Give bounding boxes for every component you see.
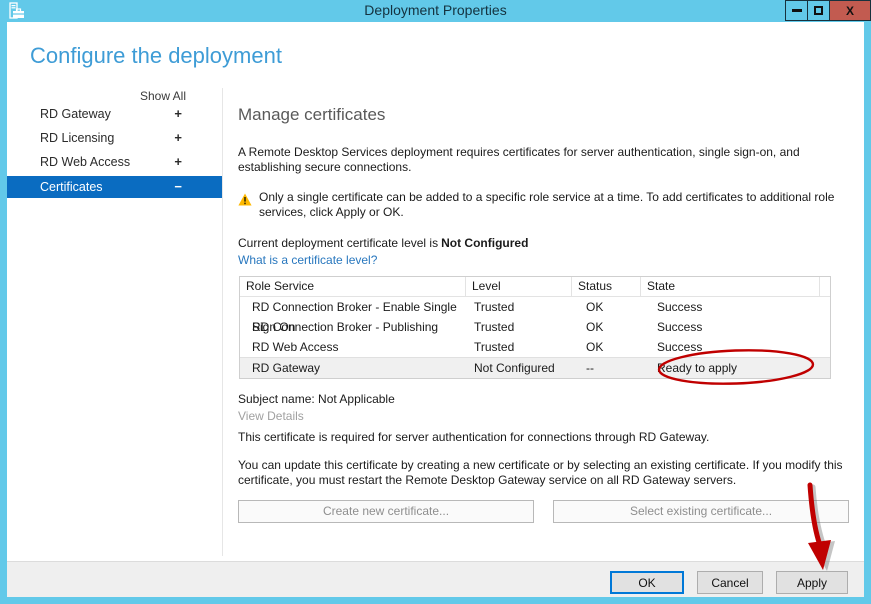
column-header-role-service[interactable]: Role Service	[240, 277, 466, 297]
cell-status: OK	[586, 340, 604, 354]
sidebar-item-rd-licensing[interactable]: RD Licensing +	[7, 126, 222, 150]
expand-icon[interactable]: +	[174, 102, 182, 126]
column-header-filler	[820, 277, 830, 297]
ok-button[interactable]: OK	[610, 571, 684, 594]
certificates-table: Role Service Level Status State RD Conne…	[239, 276, 831, 379]
select-existing-certificate-button[interactable]: Select existing certificate...	[553, 500, 849, 523]
cancel-button[interactable]: Cancel	[697, 571, 763, 594]
certificate-required-note: This certificate is required for server …	[238, 430, 710, 444]
table-body: RD Connection Broker - Enable Single Sig…	[240, 297, 830, 378]
warning-icon	[238, 193, 252, 206]
cell-level: Trusted	[474, 320, 515, 334]
cell-status: --	[586, 361, 594, 375]
cell-level: Trusted	[474, 340, 515, 354]
collapse-icon[interactable]: −	[174, 176, 182, 198]
minimize-icon	[791, 9, 802, 12]
sidebar-item-label: RD Licensing	[40, 131, 115, 145]
show-all-link[interactable]: Show All	[30, 89, 186, 103]
deployment-properties-dialog: Deployment Properties X Configure the de…	[0, 0, 871, 604]
intro-text: A Remote Desktop Services deployment req…	[238, 145, 800, 174]
cell-state: Success	[657, 340, 703, 354]
table-header: Role Service Level Status State	[240, 277, 830, 297]
close-button[interactable]: X	[829, 0, 871, 21]
apply-button[interactable]: Apply	[776, 571, 848, 594]
window-controls: X	[785, 0, 871, 21]
column-header-level[interactable]: Level	[466, 277, 572, 297]
table-row[interactable]: RD Connection Broker - Enable Single Sig…	[240, 297, 830, 334]
subject-name-text: Subject name: Not Applicable	[238, 392, 395, 406]
certificate-level-help-link[interactable]: What is a certificate level?	[238, 253, 377, 267]
minimize-button[interactable]	[785, 0, 808, 21]
sidebar-item-label: RD Gateway	[40, 107, 111, 121]
warning-text: Only a single certificate can be added t…	[259, 190, 835, 219]
cell-level: Not Configured	[474, 361, 555, 375]
certificate-update-note: You can update this certificate by creat…	[238, 458, 843, 487]
cell-role-service: RD Gateway	[252, 361, 321, 375]
sidebar-divider	[222, 88, 223, 556]
page-title: Configure the deployment	[30, 43, 282, 68]
cell-status: OK	[586, 320, 604, 334]
warning-banner: Only a single certificate can be added t…	[238, 190, 838, 220]
table-row-rd-gateway-selected[interactable]: RD Gateway Not Configured -- Ready to ap…	[240, 357, 830, 378]
table-row[interactable]: RD Web Access Trusted OK Success	[240, 337, 830, 357]
maximize-icon	[814, 6, 823, 15]
create-new-certificate-button[interactable]: Create new certificate...	[238, 500, 534, 523]
sidebar-item-rd-gateway[interactable]: RD Gateway +	[7, 102, 222, 126]
expand-icon[interactable]: +	[174, 126, 182, 150]
close-icon: X	[845, 3, 854, 18]
certificate-level-value: Not Configured	[441, 236, 529, 250]
sidebar-nav: RD Gateway + RD Licensing + RD Web Acces…	[7, 102, 222, 198]
view-details-link-disabled: View Details	[238, 409, 304, 423]
table-row[interactable]: RD Connection Broker - Publishing Truste…	[240, 317, 830, 337]
column-header-status[interactable]: Status	[572, 277, 641, 297]
sidebar-item-rd-web-access[interactable]: RD Web Access +	[7, 150, 222, 174]
expand-icon[interactable]: +	[174, 150, 182, 174]
title-bar: Deployment Properties X	[0, 0, 871, 22]
section-title: Manage certificates	[238, 105, 386, 124]
sidebar-item-label: RD Web Access	[40, 155, 131, 169]
cell-state: Success	[657, 320, 703, 334]
maximize-button[interactable]	[807, 0, 830, 21]
cell-role-service: RD Web Access	[252, 340, 339, 354]
cell-state: Ready to apply	[657, 361, 738, 375]
certificate-level-label: Current deployment certificate level is	[238, 236, 439, 250]
sidebar-item-certificates[interactable]: Certificates −	[7, 176, 222, 198]
column-header-state[interactable]: State	[641, 277, 820, 297]
cell-role-service: RD Connection Broker - Publishing	[252, 320, 439, 334]
certificate-level-line: Current deployment certificate level is N…	[238, 236, 528, 250]
window-title: Deployment Properties	[364, 2, 507, 18]
sidebar-item-label: Certificates	[40, 180, 103, 194]
